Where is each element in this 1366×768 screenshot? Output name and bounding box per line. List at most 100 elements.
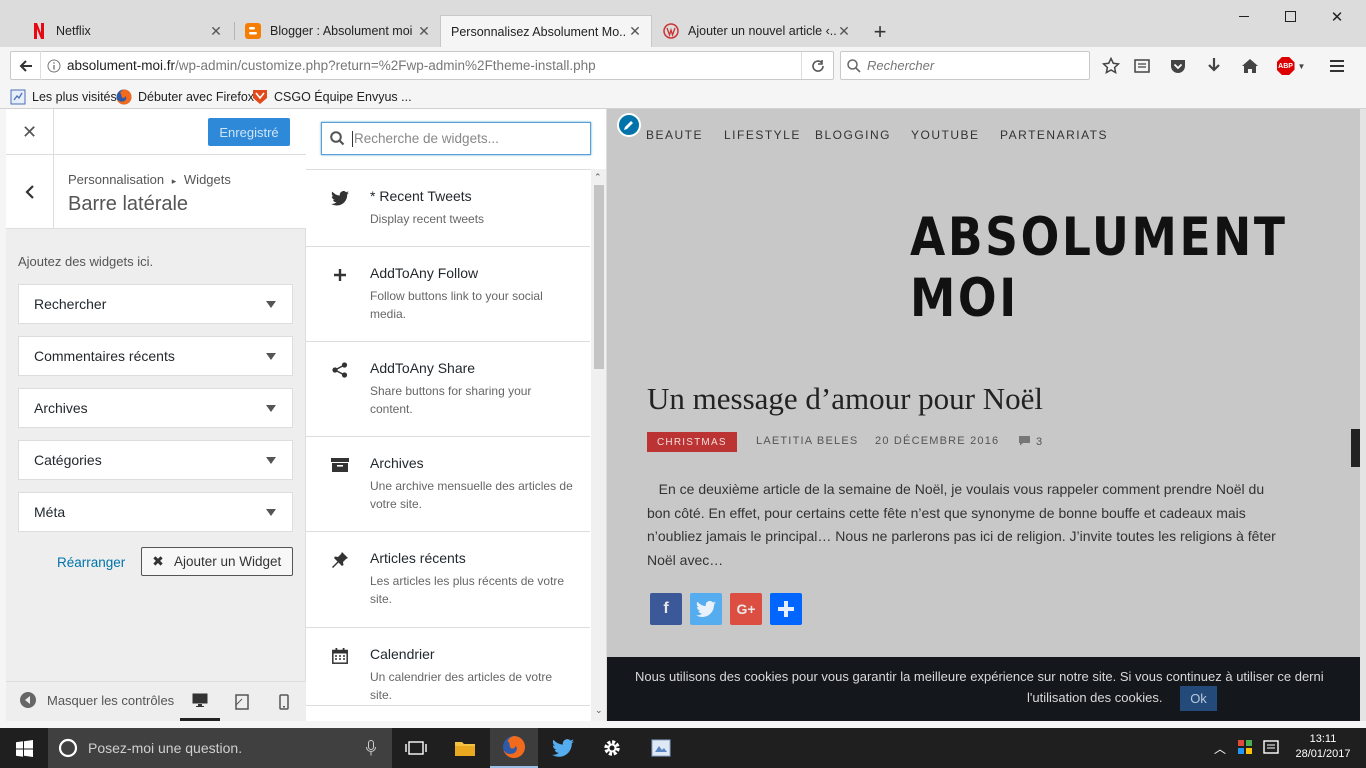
category-badge[interactable]: CHRISTMAS [647, 432, 737, 452]
reload-icon[interactable] [801, 52, 833, 79]
scroll-down-icon[interactable]: ⌄ [595, 705, 603, 716]
add-widget-button[interactable]: ✖ Ajouter un Widget [141, 547, 293, 576]
twitter-taskbar-icon[interactable] [539, 728, 587, 768]
google-plus-share-icon[interactable]: G+ [730, 593, 762, 625]
close-tab-icon[interactable]: ✕ [836, 23, 852, 40]
web-search-input[interactable]: Rechercher [840, 51, 1090, 80]
bookmark-most-visited[interactable]: Les plus visités [10, 88, 117, 106]
expand-arrow-icon [266, 353, 276, 360]
tab-new-article[interactable]: Ajouter un nouvel article ‹... ✕ [654, 15, 860, 47]
tab-customizer[interactable]: Personnalisez Absolument Mo... ✕ [440, 15, 652, 47]
available-widget-recent-posts[interactable]: Articles récents Les articles les plus r… [306, 532, 590, 628]
nav-item-partenariats[interactable]: PARTENARIATS [1000, 128, 1108, 142]
available-widget-addtoany-follow[interactable]: AddToAny Follow Follow buttons link to y… [306, 247, 590, 342]
widget-search-input[interactable]: Recherche de widgets... [321, 122, 591, 155]
task-view-icon[interactable] [392, 728, 440, 768]
edit-pencil-icon[interactable] [617, 113, 641, 137]
paint-app-icon[interactable] [637, 728, 685, 768]
post-comments[interactable]: 3 [1018, 435, 1043, 449]
widget-categories[interactable]: Catégories [18, 440, 293, 480]
collapse-icon[interactable] [20, 692, 36, 708]
search-placeholder: Rechercher [867, 58, 935, 73]
post-title[interactable]: Un message d’amour pour Noël [647, 381, 1043, 417]
file-explorer-icon[interactable] [441, 728, 489, 768]
info-icon[interactable] [41, 59, 67, 73]
system-clock[interactable]: 13:11 28/01/2017 [1290, 732, 1356, 762]
scrollbar-thumb[interactable] [594, 185, 604, 369]
clock-time: 13:11 [1309, 733, 1337, 745]
maximize-icon[interactable] [1268, 6, 1314, 28]
most-visited-icon [10, 89, 26, 105]
desktop-preview-icon[interactable] [180, 682, 220, 721]
nav-item-beaute[interactable]: BEAUTE [646, 128, 703, 142]
bookmark-getting-started[interactable]: Débuter avec Firefox [116, 88, 254, 106]
close-tab-icon[interactable]: ✕ [416, 23, 432, 40]
reorder-link[interactable]: Réarranger [57, 555, 125, 570]
adblock-icon[interactable]: ABP ▼ [1274, 55, 1308, 77]
widget-label: Rechercher [34, 296, 107, 312]
download-icon[interactable] [1203, 55, 1225, 77]
close-customizer-icon[interactable]: ✕ [6, 109, 54, 155]
breadcrumb-parent: Personnalisation [68, 172, 165, 187]
cortana-placeholder: Posez-moi une question. [88, 740, 243, 756]
home-icon[interactable] [1239, 55, 1261, 77]
widget-archives[interactable]: Archives [18, 388, 293, 428]
settings-gear-icon[interactable] [588, 728, 636, 768]
back-chevron-icon[interactable] [6, 155, 54, 229]
microphone-icon[interactable] [366, 740, 376, 756]
available-widgets-panel: Recherche de widgets... * Recent Tweets … [306, 109, 607, 721]
facebook-share-icon[interactable]: f [650, 593, 682, 625]
url-bar[interactable]: absolument-moi.fr/wp-admin/customize.php… [10, 51, 834, 80]
tray-monitor-icon[interactable] [1263, 740, 1279, 757]
post-author[interactable]: LAETITIA BELES [756, 435, 858, 447]
cortana-search-input[interactable]: Posez-moi une question. [48, 728, 392, 768]
nav-item-youtube[interactable]: YOUTUBE [911, 128, 980, 142]
cookie-banner: Nous utilisons des cookies pour vous gar… [607, 657, 1360, 721]
available-widget-calendar[interactable]: Calendrier Un calendrier des articles de… [306, 628, 590, 706]
tab-netflix[interactable]: Netflix ✕ [22, 15, 232, 47]
close-tab-icon[interactable]: ✕ [208, 23, 224, 40]
side-tab[interactable] [1351, 429, 1360, 467]
page-scrollbar[interactable] [1360, 109, 1366, 721]
nav-item-blogging[interactable]: BLOGGING [815, 128, 891, 142]
blogger-icon [244, 23, 262, 39]
tablet-preview-icon[interactable] [222, 682, 262, 721]
widget-title: AddToAny Follow [370, 265, 479, 281]
widget-description: Share buttons for sharing your content. [370, 384, 532, 416]
menu-hamburger-icon[interactable] [1326, 55, 1348, 77]
available-widget-addtoany-share[interactable]: AddToAny Share Share buttons for sharing… [306, 342, 590, 437]
reading-list-icon[interactable] [1131, 55, 1153, 77]
widget-rechercher[interactable]: Rechercher [18, 284, 293, 324]
hide-controls-label[interactable]: Masquer les contrôles [47, 693, 175, 708]
tray-chevron-icon[interactable]: ︿ [1214, 740, 1226, 757]
nav-item-lifestyle[interactable]: LIFESTYLE [724, 128, 801, 142]
site-preview: BEAUTE LIFESTYLE BLOGGING YOUTUBE PARTEN… [607, 109, 1360, 721]
save-button[interactable]: Enregistré [208, 118, 290, 146]
new-tab-plus-icon[interactable]: + [866, 18, 894, 46]
widget-commentaires-recents[interactable]: Commentaires récents [18, 336, 293, 376]
bookmark-csgo[interactable]: CSGO Équipe Envyus ... [252, 88, 412, 106]
scroll-up-icon[interactable]: ⌃ [594, 172, 602, 183]
back-arrow-icon[interactable] [11, 51, 41, 80]
firefox-taskbar-icon[interactable] [490, 728, 538, 768]
mobile-preview-icon[interactable] [264, 682, 304, 721]
close-tab-icon[interactable]: ✕ [627, 23, 643, 40]
bookmark-label: Débuter avec Firefox [138, 90, 255, 104]
bookmark-star-icon[interactable] [1100, 55, 1122, 77]
tab-blogger[interactable]: Blogger : Absolument moi - ✕ [236, 15, 440, 47]
addtoany-share-icon[interactable] [770, 593, 802, 625]
search-icon [841, 58, 867, 73]
site-title[interactable]: ABSOLUMENT MOI [910, 207, 1297, 329]
close-window-icon[interactable]: ✕ [1314, 6, 1360, 28]
widget-panel-scrollbar[interactable]: ⌃ ⌄ [591, 169, 606, 721]
available-widget-recent-tweets[interactable]: * Recent Tweets Display recent tweets [306, 170, 590, 247]
pocket-icon[interactable] [1167, 55, 1189, 77]
twitter-share-icon[interactable] [690, 593, 722, 625]
tray-app-icon[interactable] [1237, 739, 1253, 758]
minimize-icon[interactable] [1222, 6, 1268, 28]
widget-meta[interactable]: Méta [18, 492, 293, 532]
add-widget-label: Ajouter un Widget [174, 554, 282, 569]
available-widget-archives[interactable]: Archives Une archive mensuelle des artic… [306, 437, 590, 532]
cookie-ok-button[interactable]: Ok [1180, 686, 1217, 711]
windows-start-icon[interactable] [0, 728, 48, 768]
